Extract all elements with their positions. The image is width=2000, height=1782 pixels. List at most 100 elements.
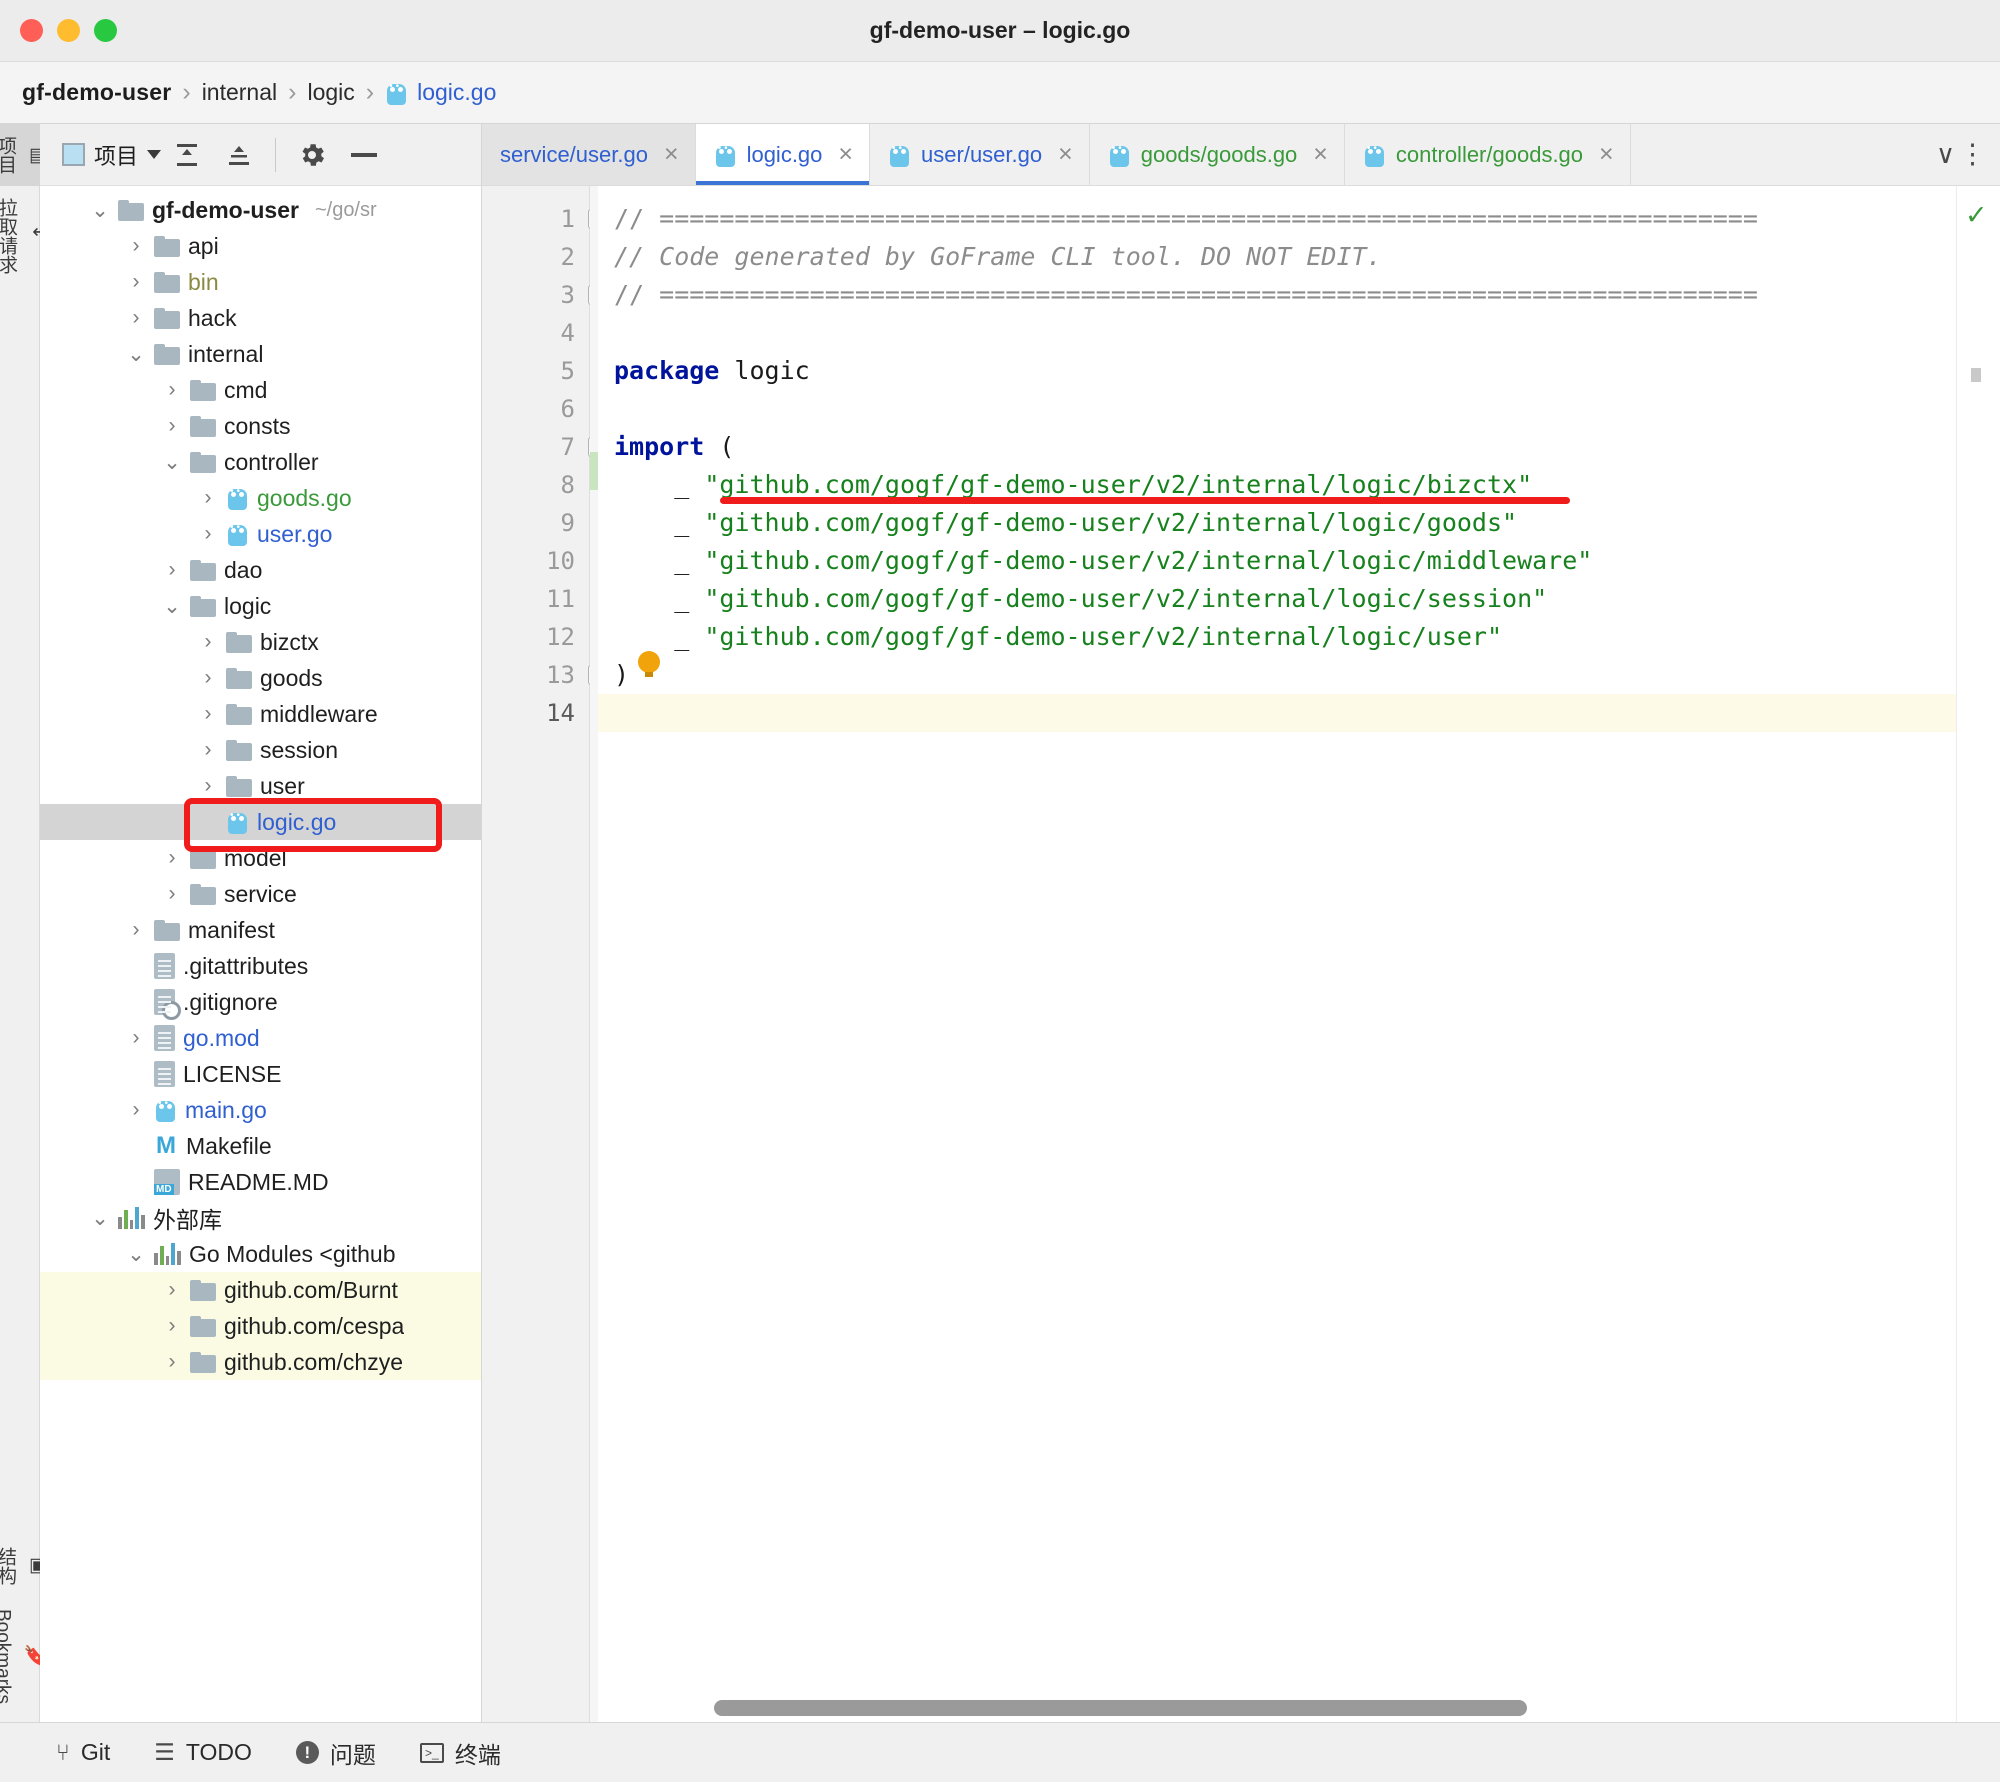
tree-node[interactable]: › github.com/Burnt: [40, 1272, 481, 1308]
chevron-down-icon[interactable]: ⌄: [126, 1242, 146, 1267]
tab-goods-goods-go[interactable]: goods/goods.go ×: [1090, 124, 1345, 185]
maximize-window-button[interactable]: [94, 19, 117, 42]
tree-node[interactable]: › service: [40, 876, 481, 912]
minimize-window-button[interactable]: [57, 19, 80, 42]
code-line[interactable]: // =====================================…: [598, 276, 1956, 314]
close-window-button[interactable]: [20, 19, 43, 42]
chevron-down-icon[interactable]: ⌄: [126, 342, 146, 367]
tree-node[interactable]: ⌄ Go Modules <github: [40, 1236, 481, 1272]
line-number[interactable]: 11: [482, 580, 589, 618]
tree-node[interactable]: › dao: [40, 552, 481, 588]
chevron-right-icon[interactable]: ›: [126, 1026, 146, 1050]
line-number[interactable]: 7-: [482, 428, 608, 466]
tree-node[interactable]: › manifest: [40, 912, 481, 948]
line-number[interactable]: 13-: [482, 656, 608, 694]
status-item-problems[interactable]: ! 问题: [295, 1736, 376, 1770]
chevron-right-icon[interactable]: ›: [126, 270, 146, 294]
code-line[interactable]: [598, 694, 1956, 732]
line-number[interactable]: 9: [482, 504, 589, 542]
tree-node[interactable]: › goods.go: [40, 480, 481, 516]
line-number[interactable]: 2: [482, 238, 589, 276]
tree-node[interactable]: › github.com/cespа: [40, 1308, 481, 1344]
chevron-right-icon[interactable]: ›: [198, 702, 218, 726]
tree-node[interactable]: › model: [40, 840, 481, 876]
chevron-down-icon[interactable]: ⌄: [162, 594, 182, 619]
code-line[interactable]: [598, 390, 1956, 428]
tree-node[interactable]: ⌄ logic: [40, 588, 481, 624]
code-line[interactable]: [598, 314, 1956, 352]
chevron-right-icon[interactable]: ›: [198, 486, 218, 510]
breadcrumb-item-project[interactable]: gf-demo-user: [22, 79, 171, 106]
chevron-right-icon[interactable]: ›: [162, 882, 182, 906]
chevron-right-icon[interactable]: ›: [162, 378, 182, 402]
tree-node[interactable]: ⌄ controller: [40, 444, 481, 480]
close-icon[interactable]: ×: [1313, 140, 1328, 169]
tree-node[interactable]: · .gitignore: [40, 984, 481, 1020]
tree-node[interactable]: › consts: [40, 408, 481, 444]
code-text[interactable]: // =====================================…: [598, 186, 1956, 1722]
chevron-down-icon[interactable]: ⌄: [162, 450, 182, 475]
chevron-right-icon[interactable]: ›: [126, 306, 146, 330]
chevron-right-icon[interactable]: ›: [162, 1278, 182, 1302]
chevron-down-icon[interactable]: ⌄: [90, 198, 110, 223]
chevron-right-icon[interactable]: ›: [126, 918, 146, 942]
tree-node[interactable]: · README.MD: [40, 1164, 481, 1200]
code-line[interactable]: // Code generated by GoFrame CLI tool. D…: [598, 238, 1956, 276]
tree-node[interactable]: ⌄ gf-demo-user ~/go/sr: [40, 192, 481, 228]
project-view-selector[interactable]: 项目: [62, 139, 162, 171]
breadcrumb-item-file[interactable]: logic.go: [417, 79, 496, 106]
tree-node[interactable]: › cmd: [40, 372, 481, 408]
tree-node[interactable]: › session: [40, 732, 481, 768]
tree-node[interactable]: › api: [40, 228, 481, 264]
tree-node[interactable]: › middleware: [40, 696, 481, 732]
chevron-right-icon[interactable]: ›: [126, 1098, 146, 1122]
status-item-terminal[interactable]: >_ 终端: [419, 1736, 501, 1770]
scrollbar-thumb[interactable]: [714, 1700, 1528, 1716]
line-number[interactable]: 5: [482, 352, 589, 390]
tree-node[interactable]: · logic.go: [40, 804, 481, 840]
chevron-down-icon[interactable]: ⌄: [90, 1206, 110, 1231]
tree-node[interactable]: ⌄ 外部库: [40, 1200, 481, 1236]
code-line[interactable]: _ "github.com/gogf/gf-demo-user/v2/inter…: [598, 504, 1956, 542]
tree-node[interactable]: › user: [40, 768, 481, 804]
collapse-all-icon[interactable]: [213, 133, 265, 177]
line-number[interactable]: 4: [482, 314, 589, 352]
close-icon[interactable]: ×: [838, 140, 853, 169]
tree-node[interactable]: · LICENSE: [40, 1056, 481, 1092]
line-number[interactable]: 8: [482, 466, 589, 504]
more-options-icon[interactable]: ⋮: [1959, 141, 1986, 168]
line-number[interactable]: 3-: [482, 276, 608, 314]
line-number[interactable]: 12: [482, 618, 589, 656]
chevron-right-icon[interactable]: ›: [198, 630, 218, 654]
expand-all-icon[interactable]: [161, 133, 213, 177]
tree-node[interactable]: › github.com/chzye: [40, 1344, 481, 1380]
tree-node[interactable]: › user.go: [40, 516, 481, 552]
inspection-gutter[interactable]: ✓: [1956, 186, 2000, 1722]
tree-node[interactable]: › goods: [40, 660, 481, 696]
line-number[interactable]: 10: [482, 542, 589, 580]
chevron-right-icon[interactable]: ›: [162, 414, 182, 438]
status-item-git[interactable]: ⑂ Git: [56, 1739, 110, 1766]
chevron-right-icon[interactable]: ›: [162, 558, 182, 582]
tree-node[interactable]: › main.go: [40, 1092, 481, 1128]
chevron-right-icon[interactable]: ›: [198, 522, 218, 546]
close-icon[interactable]: ×: [1058, 140, 1073, 169]
intention-bulb-icon[interactable]: [638, 651, 660, 677]
chevron-down-icon[interactable]: ∨: [1936, 139, 1955, 170]
tree-node[interactable]: › bin: [40, 264, 481, 300]
chevron-right-icon[interactable]: ›: [162, 1314, 182, 1338]
chevron-right-icon[interactable]: ›: [198, 738, 218, 762]
tab-user-user-go[interactable]: user/user.go ×: [870, 124, 1090, 185]
horizontal-scrollbar[interactable]: [714, 1700, 1910, 1716]
tree-node[interactable]: · M Makefile: [40, 1128, 481, 1164]
tree-node[interactable]: › bizctx: [40, 624, 481, 660]
inspection-ok-icon[interactable]: ✓: [1965, 200, 1988, 231]
tree-node[interactable]: · .gitattributes: [40, 948, 481, 984]
tab-controller-goods-go[interactable]: controller/goods.go ×: [1345, 124, 1631, 185]
code-line[interactable]: _ "github.com/gogf/gf-demo-user/v2/inter…: [598, 542, 1956, 580]
tree-node[interactable]: ⌄ internal: [40, 336, 481, 372]
code-line[interactable]: import (: [598, 428, 1956, 466]
chevron-right-icon[interactable]: ›: [126, 234, 146, 258]
status-item-todo[interactable]: ☰ TODO: [154, 1739, 252, 1766]
line-number[interactable]: 1-: [482, 200, 608, 238]
